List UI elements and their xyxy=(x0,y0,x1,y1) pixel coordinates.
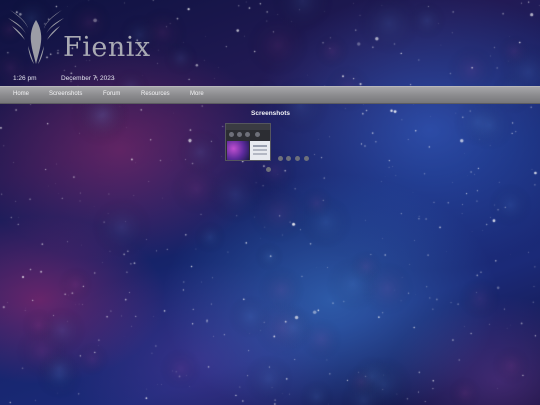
screenshot-thumbnail[interactable] xyxy=(225,123,271,161)
nav-item-more[interactable]: More xyxy=(190,91,204,97)
thumbnail-image-wallpaper xyxy=(227,141,249,160)
pager-dot[interactable] xyxy=(278,156,283,161)
thumbnail-title-bar xyxy=(226,124,270,130)
site-logo[interactable]: Fienix xyxy=(6,6,150,68)
screenshots-section-title: Screenshots xyxy=(251,110,291,117)
thumbnail-dot xyxy=(237,132,242,137)
pager-dot[interactable] xyxy=(304,156,309,161)
pager-dot[interactable] xyxy=(295,156,300,161)
nav-item-screenshots[interactable]: Screenshots xyxy=(49,91,82,97)
thumbnail-dot xyxy=(255,132,260,137)
nav-item-home[interactable]: Home xyxy=(13,91,29,97)
thumbnail-dot xyxy=(245,132,250,137)
current-time: 1:26 pm xyxy=(13,75,37,82)
thumbnail-toolbar xyxy=(229,132,269,138)
site-logo-text: Fienix xyxy=(63,32,151,63)
thumbnail-dot xyxy=(229,132,234,137)
pager-dot[interactable] xyxy=(286,156,291,161)
thumbnail-image-window xyxy=(250,141,270,160)
pager-dot[interactable] xyxy=(266,167,271,172)
nav-item-forum[interactable]: Forum xyxy=(103,91,120,97)
main-nav-bar: Home Screenshots Forum Resources More xyxy=(0,86,540,104)
current-date: December 7, 2023 xyxy=(61,75,115,82)
nav-item-resources[interactable]: Resources xyxy=(141,91,170,97)
phoenix-icon xyxy=(8,10,64,64)
